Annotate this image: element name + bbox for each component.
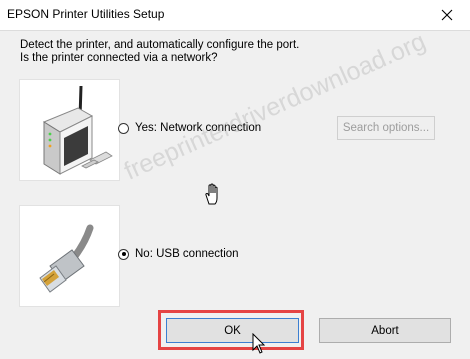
network-printer-icon [42,85,113,175]
arrow-cursor-icon [252,333,266,354]
prompt-line-1: Detect the printer, and automatically co… [20,39,300,51]
usb-option-label: No: USB connection [135,248,239,260]
abort-button[interactable]: Abort [319,318,451,343]
close-button[interactable] [424,0,470,30]
prompt-line-2: Is the printer connected via a network? [20,52,218,64]
usb-connection-option[interactable]: No: USB connection [118,248,239,260]
network-option-label: Yes: Network connection [135,122,262,134]
window-title: EPSON Printer Utilities Setup [7,7,165,21]
ok-button[interactable]: OK [166,318,299,343]
network-printer-image [19,79,120,181]
hand-cursor-icon [205,183,218,205]
search-options-button[interactable]: Search options... [337,116,435,140]
title-bar: EPSON Printer Utilities Setup [0,0,470,31]
network-radio[interactable] [118,122,129,134]
close-icon [441,9,453,21]
usb-radio[interactable] [118,248,129,260]
network-connection-option[interactable]: Yes: Network connection [118,122,261,134]
prompt-text: Detect the printer, and automatically co… [20,39,299,65]
usb-cable-icon [39,224,94,293]
usb-cable-image [19,205,120,307]
